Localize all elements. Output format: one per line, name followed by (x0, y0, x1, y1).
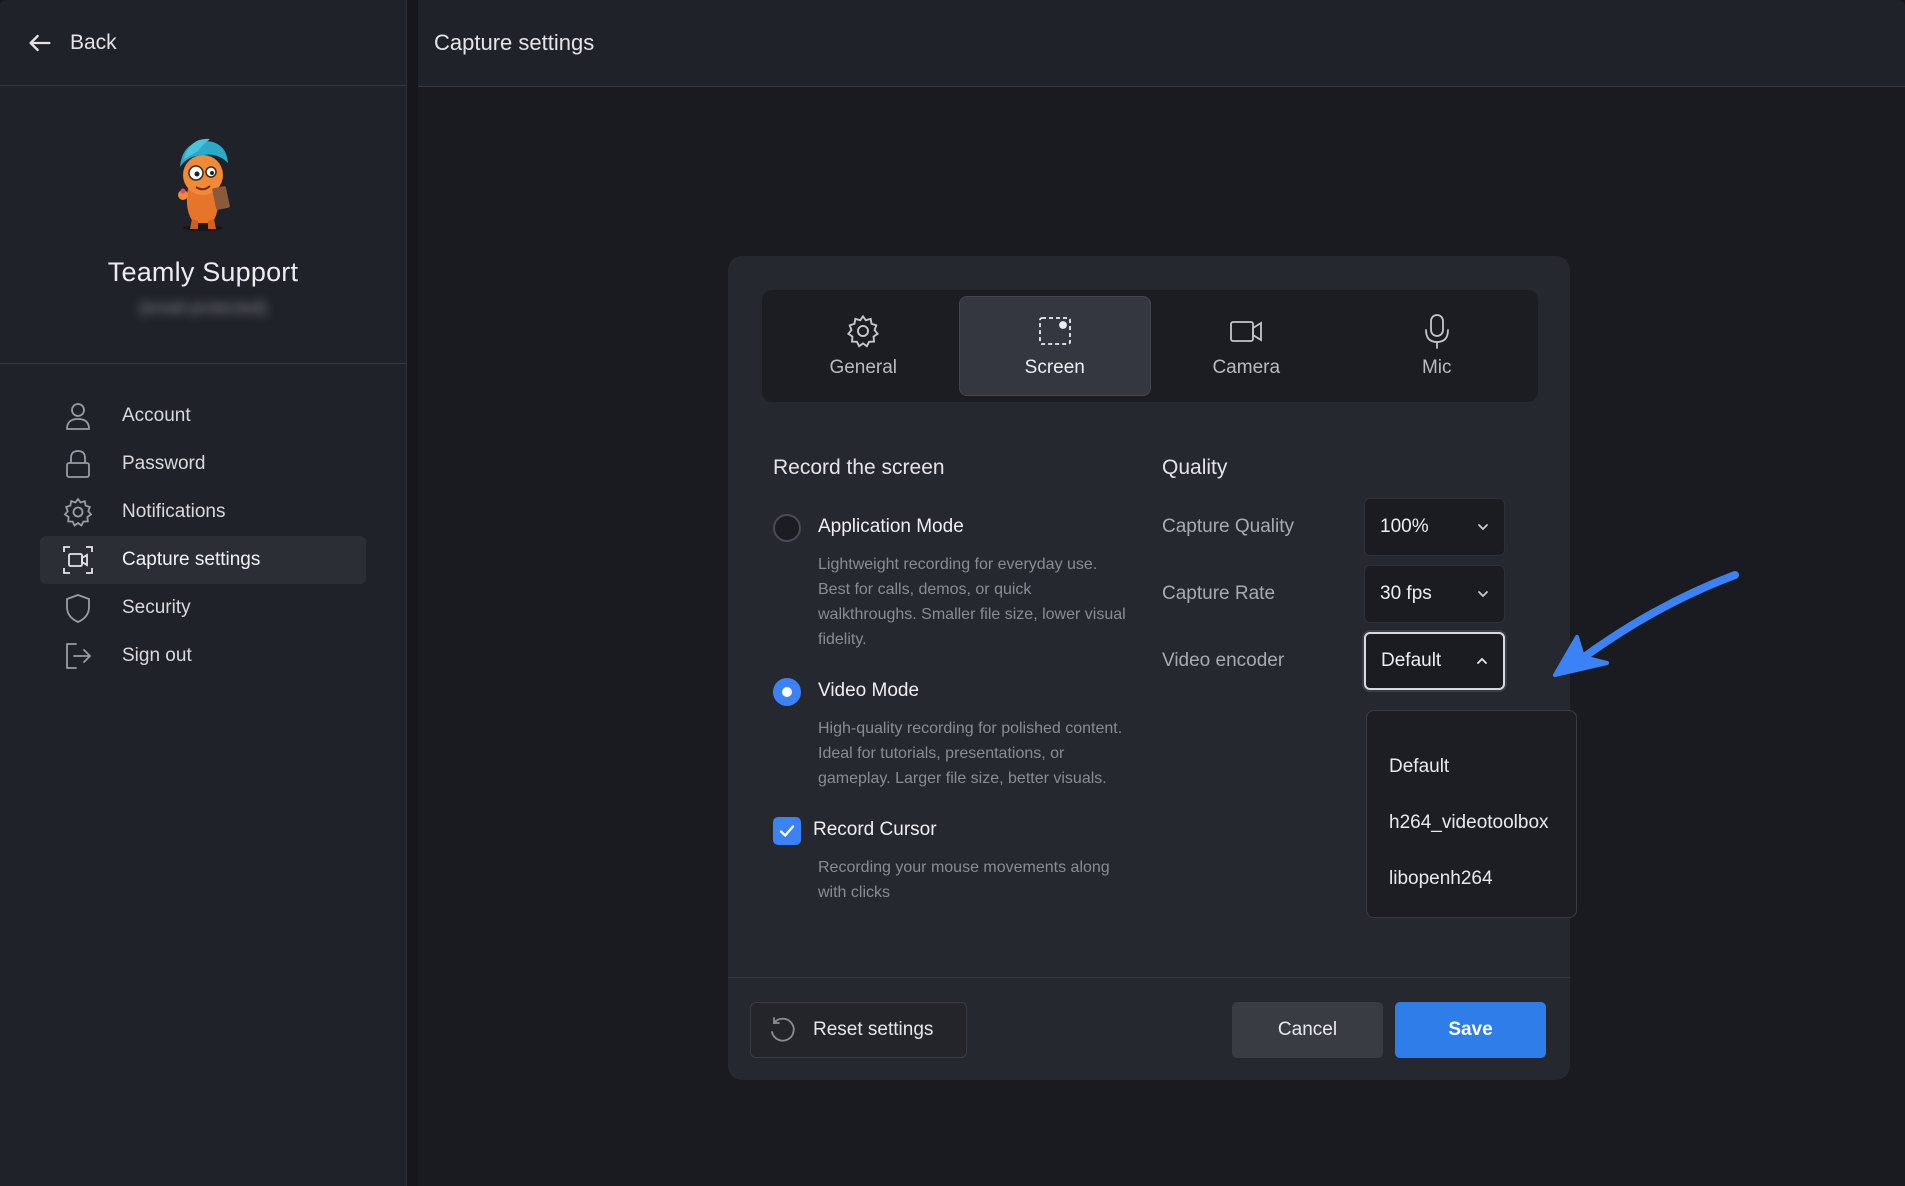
profile-name: Teamly Support (107, 257, 299, 287)
sidebar-item-label: Account (122, 405, 191, 426)
dialog-footer: Reset settings Cancel Save (728, 977, 1570, 1080)
settings-tabs: General Screen Camera Mic (762, 290, 1538, 402)
application-mode-desc: Lightweight recording for everyday use. … (818, 556, 1126, 648)
sidebar-item-security[interactable]: Security (40, 584, 366, 632)
quality-title: Quality (1162, 456, 1228, 479)
reset-settings-label: Reset settings (813, 1019, 934, 1040)
camera-icon (1230, 321, 1263, 342)
capture-quality-select[interactable]: 100% (1364, 498, 1505, 556)
sidebar-item-notifications[interactable]: Notifications (40, 488, 366, 536)
video-mode-title: Video Mode (818, 680, 920, 701)
reset-icon (771, 1017, 795, 1042)
arrow-left-icon (29, 34, 51, 51)
record-title: Record the screen (773, 456, 945, 479)
chevron-up-icon (1477, 657, 1487, 664)
shield-icon (62, 592, 94, 624)
sidebar-item-label: Sign out (122, 645, 192, 666)
microphone-icon (1424, 314, 1449, 349)
capture-quality-label: Capture Quality (1162, 516, 1295, 537)
profile-email: [email protected] (140, 298, 266, 317)
record-cursor-option: Record Cursor Recording your mouse movem… (773, 817, 1153, 905)
top-bar: Capture settings (418, 0, 1905, 87)
profile-card: Teamly Support [email protected] (0, 86, 406, 364)
tab-camera[interactable]: Camera (1151, 296, 1342, 396)
chevron-down-icon (1478, 524, 1488, 531)
back-button[interactable]: Back (26, 29, 117, 57)
tab-screen[interactable]: Screen (958, 296, 1151, 396)
sidebar-item-label: Notifications (122, 501, 226, 522)
user-icon (62, 400, 94, 432)
sidebar-item-label: Capture settings (122, 549, 261, 570)
tab-label: General (829, 357, 898, 378)
dropdown-option[interactable]: h264_videotoolbox (1367, 795, 1576, 851)
chevron-down-icon (1478, 591, 1488, 598)
video-encoder-row: Video encoder Default (1162, 632, 1505, 690)
sidebar-item-capture-settings[interactable]: Capture settings (40, 536, 366, 584)
reset-settings-button[interactable]: Reset settings (750, 1002, 967, 1058)
dropdown-option[interactable]: libopenh264 (1367, 851, 1576, 907)
video-encoder-dropdown: Default h264_videotoolbox libopenh264 (1366, 710, 1577, 918)
avatar (178, 138, 230, 231)
sidebar: Back Teamly Support [email protected] Ac… (0, 0, 407, 1186)
tab-label: Mic (1421, 357, 1452, 378)
application-mode-option: Application Mode Lightweight recording f… (773, 514, 1153, 652)
capture-rate-row: Capture Rate 30 fps (1162, 565, 1505, 623)
quality-section: Quality Capture Quality 100% Capture Rat… (1162, 456, 1542, 690)
annotation-arrow-icon (1553, 571, 1739, 677)
capture-settings-dialog: General Screen Camera Mic Record the scr… (728, 256, 1570, 1080)
cancel-button[interactable]: Cancel (1232, 1002, 1383, 1058)
checkmark-icon (779, 825, 795, 837)
capture-rate-select[interactable]: 30 fps (1364, 565, 1505, 623)
lock-icon (62, 448, 94, 480)
record-cursor-title: Record Cursor (813, 819, 937, 840)
gear-icon (62, 496, 94, 528)
tab-label: Screen (1024, 357, 1085, 378)
page-title: Capture settings (434, 30, 595, 55)
video-mode-radio[interactable] (773, 678, 801, 706)
save-button[interactable]: Save (1395, 1002, 1546, 1058)
sidebar-item-sign-out[interactable]: Sign out (40, 632, 366, 680)
gear-icon (847, 314, 880, 348)
record-cursor-checkbox[interactable] (773, 817, 801, 845)
sidebar-item-label: Security (122, 597, 191, 618)
sidebar-nav: Account Password Notifications Capture s… (0, 364, 406, 680)
tab-mic[interactable]: Mic (1342, 296, 1533, 396)
back-label: Back (70, 30, 117, 54)
sidebar-item-account[interactable]: Account (40, 392, 366, 440)
capture-quality-row: Capture Quality 100% (1162, 498, 1505, 556)
dropdown-option[interactable]: Default (1367, 739, 1576, 795)
capture-quality-value: 100% (1380, 516, 1429, 537)
video-mode-desc: High-quality recording for polished cont… (818, 720, 1123, 787)
record-cursor-desc: Recording your mouse movements along wit… (818, 859, 1110, 901)
sign-out-icon (62, 640, 94, 672)
video-mode-option: Video Mode High-quality recording for po… (773, 678, 1153, 791)
tab-label: Camera (1212, 357, 1281, 378)
capture-rate-label: Capture Rate (1162, 583, 1276, 604)
screen-capture-icon (1038, 317, 1071, 345)
capture-rate-value: 30 fps (1380, 583, 1432, 604)
video-encoder-select[interactable]: Default (1364, 632, 1505, 690)
application-mode-title: Application Mode (818, 516, 964, 537)
sidebar-item-label: Password (122, 453, 206, 474)
sidebar-item-password[interactable]: Password (40, 440, 366, 488)
application-mode-radio[interactable] (773, 514, 801, 542)
video-encoder-value: Default (1381, 650, 1442, 671)
sidebar-header: Back (0, 0, 406, 86)
capture-icon (62, 544, 94, 576)
tab-general[interactable]: General (768, 296, 959, 396)
video-encoder-label: Video encoder (1162, 650, 1285, 671)
record-section: Record the screen Application Mode Light… (773, 456, 1153, 905)
